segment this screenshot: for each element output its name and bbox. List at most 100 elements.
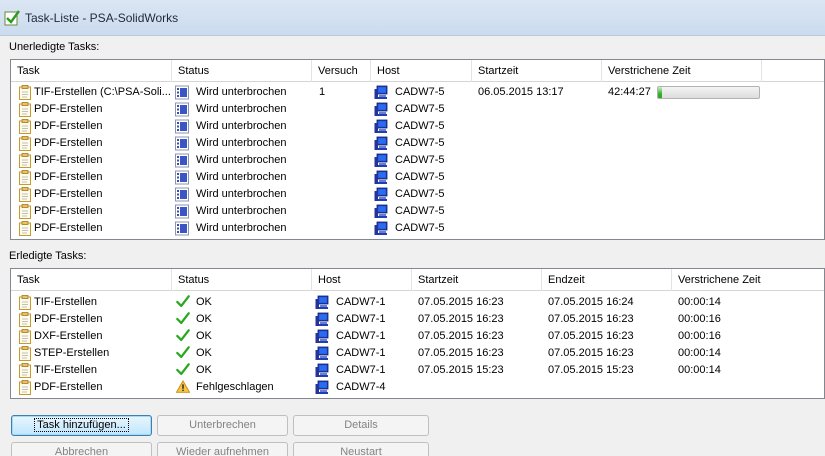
cell: CADW7-5 [371, 118, 471, 135]
cell: CADW7-4 [312, 379, 412, 396]
check-icon [176, 312, 190, 327]
cell: Wird unterbrochen [172, 118, 312, 135]
computer-icon [315, 295, 329, 310]
completed-task-row[interactable]: PDF-Erstellen OK CADW7-1 07.05.2015 16:23 07… [11, 311, 824, 328]
interrupted-icon [175, 221, 189, 236]
cell: 00:00:14 [672, 345, 822, 362]
column-header-start[interactable]: Startzeit [472, 60, 602, 82]
cell [412, 379, 542, 396]
task-host: CADW7-5 [395, 188, 445, 200]
interrupted-icon [175, 136, 189, 151]
task-name: PDF-Erstellen [34, 137, 103, 149]
cell: OK [172, 345, 312, 362]
pending-task-row[interactable]: PDF-Erstellen Wird unterbrochen CADW7-5 [11, 118, 824, 135]
interrupt-button-label: Unterbrechen [189, 419, 256, 431]
cell: PDF-Erstellen [11, 186, 171, 203]
column-header-end[interactable]: Endzeit [542, 269, 672, 291]
cell [672, 379, 822, 396]
cell: OK [172, 294, 312, 311]
pending-tasks-list[interactable]: Task Status Versuch Host Startzeit Verstriche… [10, 59, 825, 240]
restart-button[interactable]: Neustart [293, 442, 429, 456]
add-task-button[interactable]: Task hinzufügen... [11, 415, 152, 436]
cell: OK [172, 328, 312, 345]
cancel-button[interactable]: Abbrechen [11, 442, 152, 456]
cell: DXF-Erstellen [11, 328, 171, 345]
column-header-status[interactable]: Status [172, 60, 312, 82]
task-end-time: 07.05.2015 16:23 [548, 313, 634, 325]
task-host: CADW7-1 [336, 364, 386, 376]
column-header-elapsed[interactable]: Verstrichene Zeit [602, 60, 762, 82]
task-name: PDF-Erstellen [34, 205, 103, 217]
task-name: PDF-Erstellen [34, 188, 103, 200]
task-status: OK [196, 313, 212, 325]
column-header-host[interactable]: Host [371, 60, 472, 82]
cell: PDF-Erstellen [11, 101, 171, 118]
details-button-label: Details [344, 419, 378, 431]
cell: PDF-Erstellen [11, 118, 171, 135]
interrupt-button[interactable]: Unterbrechen [157, 415, 288, 436]
cell: 42:44:27 [602, 84, 772, 101]
column-header-start[interactable]: Startzeit [412, 269, 542, 291]
computer-icon [374, 221, 388, 236]
cell [312, 135, 371, 152]
clipboard-icon [18, 187, 32, 202]
cell [472, 101, 602, 118]
pending-task-row[interactable]: PDF-Erstellen Wird unterbrochen CADW7-5 [11, 152, 824, 169]
completed-task-row[interactable]: DXF-Erstellen OK CADW7-1 07.05.2015 16:23 07… [11, 328, 824, 345]
cell [312, 152, 371, 169]
cell: CADW7-1 [312, 328, 412, 345]
clipboard-icon [18, 363, 32, 378]
window-title: Task-Liste - PSA-SolidWorks [25, 11, 179, 25]
column-header-task[interactable]: Task [11, 60, 172, 82]
cell [312, 101, 371, 118]
details-button[interactable]: Details [293, 415, 429, 436]
task-status: OK [196, 347, 212, 359]
cell: Wird unterbrochen [172, 101, 312, 118]
computer-icon [374, 170, 388, 185]
column-header-host[interactable]: Host [312, 269, 412, 291]
column-header-attempt[interactable]: Versuch [312, 60, 371, 82]
task-name: TIF-Erstellen [34, 364, 97, 376]
interrupted-icon [175, 85, 189, 100]
cell [472, 135, 602, 152]
cell: CADW7-5 [371, 84, 471, 101]
completed-tasks-label: Erledigte Tasks: [9, 250, 87, 262]
completed-tasks-list[interactable]: Task Status Host Startzeit Endzeit Verstriche… [10, 268, 825, 399]
cell: CADW7-1 [312, 362, 412, 379]
computer-icon [374, 153, 388, 168]
cell: 07.05.2015 15:23 [542, 362, 672, 379]
column-header-status[interactable]: Status [172, 269, 312, 291]
pending-task-row[interactable]: PDF-Erstellen Wird unterbrochen CADW7-5 [11, 220, 824, 237]
warning-icon [175, 379, 191, 395]
task-end-time: 07.05.2015 16:23 [548, 330, 634, 342]
pending-task-row[interactable]: PDF-Erstellen Wird unterbrochen CADW7-5 [11, 135, 824, 152]
cell [602, 135, 772, 152]
resume-button[interactable]: Wieder aufnehmen [157, 442, 288, 456]
task-name: PDF-Erstellen [34, 154, 103, 166]
task-end-time: 07.05.2015 16:24 [548, 296, 634, 308]
column-header-task[interactable]: Task [11, 269, 172, 291]
pending-task-row[interactable]: PDF-Erstellen Wird unterbrochen CADW7-5 [11, 203, 824, 220]
completed-task-row[interactable]: STEP-Erstellen OK CADW7-1 07.05.2015 16:23 0… [11, 345, 824, 362]
completed-task-row[interactable]: TIF-Erstellen OK CADW7-1 07.05.2015 16:23 07… [11, 294, 824, 311]
cell: CADW7-1 [312, 345, 412, 362]
completed-task-row[interactable]: TIF-Erstellen OK CADW7-1 07.05.2015 15:23 07… [11, 362, 824, 379]
pending-task-row[interactable]: PDF-Erstellen Wird unterbrochen CADW7-5 [11, 169, 824, 186]
pending-task-row[interactable]: PDF-Erstellen Wird unterbrochen CADW7-5 [11, 101, 824, 118]
cell [472, 118, 602, 135]
cell [542, 379, 672, 396]
computer-icon [374, 85, 388, 100]
task-host: CADW7-5 [395, 137, 445, 149]
cell: CADW7-5 [371, 135, 471, 152]
column-header-elapsed[interactable]: Verstrichene Zeit [672, 269, 824, 291]
computer-icon [374, 204, 388, 219]
pending-task-row[interactable]: TIF-Erstellen (C:\PSA-Soli... Wird unterb… [11, 84, 824, 101]
add-task-button-label: Task hinzufügen... [34, 418, 129, 432]
pending-tasks-label: Unerledigte Tasks: [9, 41, 100, 53]
pending-task-row[interactable]: PDF-Erstellen Wird unterbrochen CADW7-5 [11, 186, 824, 203]
task-elapsed-time: 00:00:14 [678, 364, 721, 376]
task-status: OK [196, 364, 212, 376]
completed-task-row[interactable]: PDF-Erstellen Fehlgeschlagen CADW7-4 [11, 379, 824, 396]
completed-list-header: Task Status Host Startzeit Endzeit Verstriche… [11, 269, 824, 291]
task-elapsed-time: 00:00:14 [678, 296, 721, 308]
